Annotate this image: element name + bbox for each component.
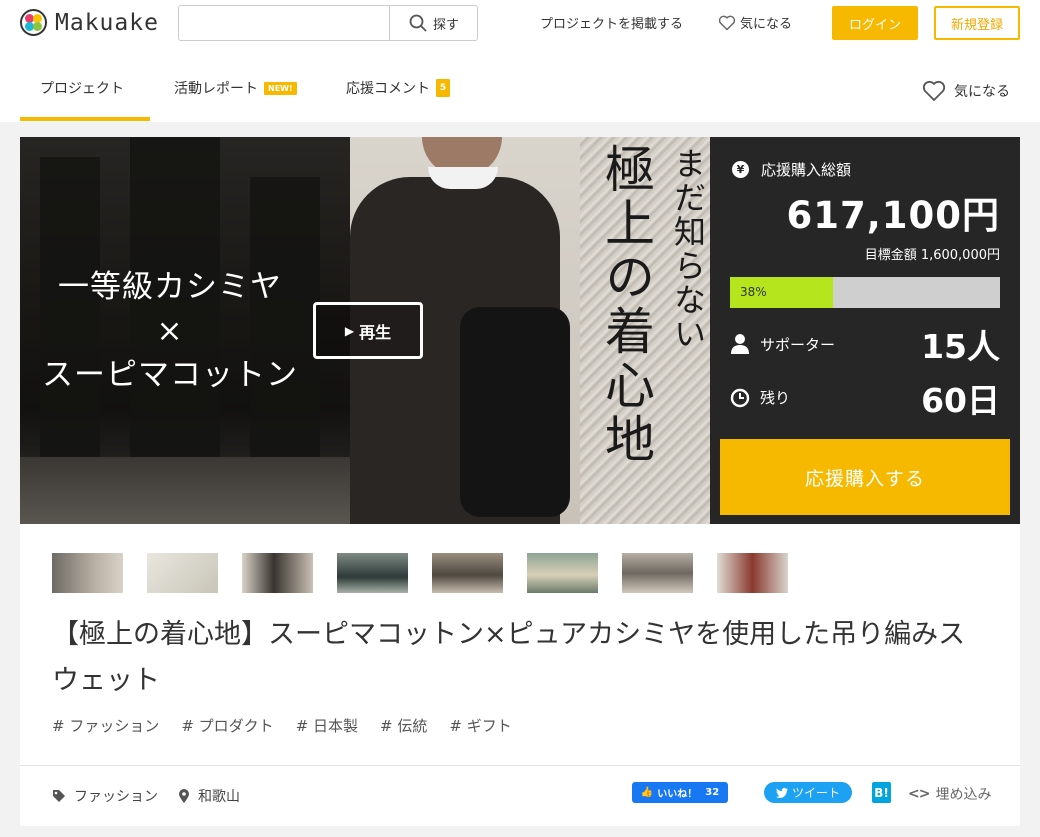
tweet-label: ツイート: [791, 786, 840, 800]
category-link[interactable]: ファッション: [52, 786, 158, 806]
site-header: Makuake 探す プロジェクトを掲載する 気になる ログイン 新規登録: [0, 0, 1040, 46]
project-tab-bar: プロジェクト 活動レポート NEW! 応援コメント 5 気になる: [0, 46, 1040, 122]
hero-vertical-subcopy: まだ知らない: [669, 147, 707, 351]
favorite-button[interactable]: 気になる: [922, 80, 1010, 102]
post-project-link[interactable]: プロジェクトを掲載する: [540, 13, 683, 32]
thumbnail[interactable]: [147, 553, 218, 593]
code-icon: <>: [908, 786, 930, 802]
location-link[interactable]: 和歌山: [178, 786, 240, 806]
hero-copy: 一等級カシミヤ × スーピマコットン: [20, 265, 320, 397]
twitter-bird-icon: [775, 787, 788, 798]
hero-copy-line2: ×: [156, 313, 184, 349]
tab-activity-report[interactable]: 活動レポート NEW!: [174, 78, 297, 98]
search-input[interactable]: [179, 6, 389, 40]
favorite-label: 気になる: [954, 84, 1010, 100]
tab-support-comments[interactable]: 応援コメント 5: [346, 78, 450, 98]
tab-comments-label: 応援コメント: [346, 81, 430, 97]
supporters-row: サポーター 15人: [730, 327, 1000, 366]
location-pin-icon: [179, 789, 189, 803]
hero-vertical-headline: 極上の着心地: [597, 143, 655, 467]
thumbnail-strip: [52, 553, 812, 593]
makuake-logo[interactable]: Makuake: [20, 9, 159, 36]
logo-text: Makuake: [55, 9, 159, 36]
like-label: いいね！: [657, 789, 698, 800]
search-button[interactable]: 探す: [389, 6, 478, 40]
funding-panel: ¥ 応援購入総額 617,100円 目標金額 1,600,000円 38% サポ…: [710, 137, 1020, 524]
progress-percent: 38%: [740, 285, 767, 299]
hero-copy-line3: スーピマコットン: [42, 357, 298, 393]
signup-button[interactable]: 新規登録: [934, 6, 1020, 40]
logo-icon: [20, 9, 47, 36]
category-label: ファッション: [74, 789, 158, 805]
location-label: 和歌山: [198, 789, 240, 805]
thumbnail[interactable]: [337, 553, 408, 593]
embed-label: 埋め込み: [935, 787, 992, 803]
play-icon: ▶: [344, 323, 355, 338]
thumbnail[interactable]: [52, 553, 123, 593]
person-icon: [731, 334, 749, 354]
search-box: 探す: [178, 5, 478, 41]
tag-link[interactable]: # ファッション: [52, 715, 159, 736]
tag-link[interactable]: # ギフト: [449, 715, 511, 736]
heart-icon: [922, 80, 946, 101]
like-count: 32: [705, 787, 720, 798]
play-label: 再生: [359, 322, 392, 342]
project-title: 【極上の着心地】スーピマコットン×ピュアカシミヤを使用した吊り編みスウェット: [52, 619, 966, 696]
tab-project-label: プロジェクト: [40, 81, 124, 97]
header-favorite-label: 気になる: [740, 17, 793, 32]
tab-activity-label: 活動レポート: [174, 81, 258, 97]
supporters-label: サポーター: [760, 335, 836, 354]
hatena-bookmark-button[interactable]: B!: [872, 782, 891, 803]
tag-icon: [53, 790, 65, 802]
yen-icon: ¥: [732, 161, 749, 178]
heart-icon: [718, 15, 736, 30]
remaining-row: 残り 60日: [730, 381, 1000, 420]
tag-link[interactable]: # 伝統: [380, 715, 427, 736]
thumbnail[interactable]: [242, 553, 313, 593]
project-hero-image[interactable]: 一等級カシミヤ × スーピマコットン ▶ 再生 まだ知らない 極上の着心地: [20, 137, 710, 524]
tag-link[interactable]: # 日本製: [296, 715, 358, 736]
search-button-label: 探す: [432, 17, 459, 33]
search-icon: [409, 14, 427, 32]
play-video-button[interactable]: ▶ 再生: [313, 302, 423, 359]
remaining-label: 残り: [760, 389, 791, 407]
funding-progress-bar: 38%: [730, 277, 1000, 308]
goal-amount: 目標金額 1,600,000円: [864, 248, 1000, 263]
login-button[interactable]: ログイン: [832, 6, 918, 40]
tweet-button[interactable]: ツイート: [764, 782, 852, 803]
header-favorite-link[interactable]: 気になる: [718, 13, 792, 32]
total-amount-label: 応援購入総額: [761, 161, 852, 179]
divider: [20, 765, 1020, 766]
embed-button[interactable]: <> 埋め込み: [908, 784, 991, 804]
remaining-value: 60日: [921, 380, 1000, 420]
supporters-value: 15人: [921, 327, 1000, 366]
facebook-like-button[interactable]: 👍 いいね！ 32: [632, 782, 728, 803]
thumbnail[interactable]: [717, 553, 788, 593]
tab-project[interactable]: プロジェクト: [40, 78, 124, 98]
total-amount-value: 617,100円: [786, 194, 1000, 237]
support-purchase-button[interactable]: 応援購入する: [720, 439, 1010, 515]
thumbs-up-icon: 👍: [640, 787, 654, 798]
hero-copy-line1: 一等級カシミヤ: [58, 269, 282, 305]
thumbnail[interactable]: [622, 553, 693, 593]
active-tab-indicator: [20, 117, 150, 121]
new-badge: NEW!: [264, 81, 297, 95]
tag-link[interactable]: # プロダクト: [181, 715, 273, 736]
thumbnail[interactable]: [432, 553, 503, 593]
total-amount-label-row: ¥ 応援購入総額: [732, 159, 851, 180]
tag-list: # ファッション # プロダクト # 日本製 # 伝統 # ギフト: [52, 715, 534, 736]
clock-icon: [730, 388, 750, 407]
thumbnail[interactable]: [527, 553, 598, 593]
project-info: 【極上の着心地】スーピマコットン×ピュアカシミヤを使用した吊り編みスウェット #…: [20, 524, 1020, 826]
comment-count-badge: 5: [436, 79, 450, 97]
